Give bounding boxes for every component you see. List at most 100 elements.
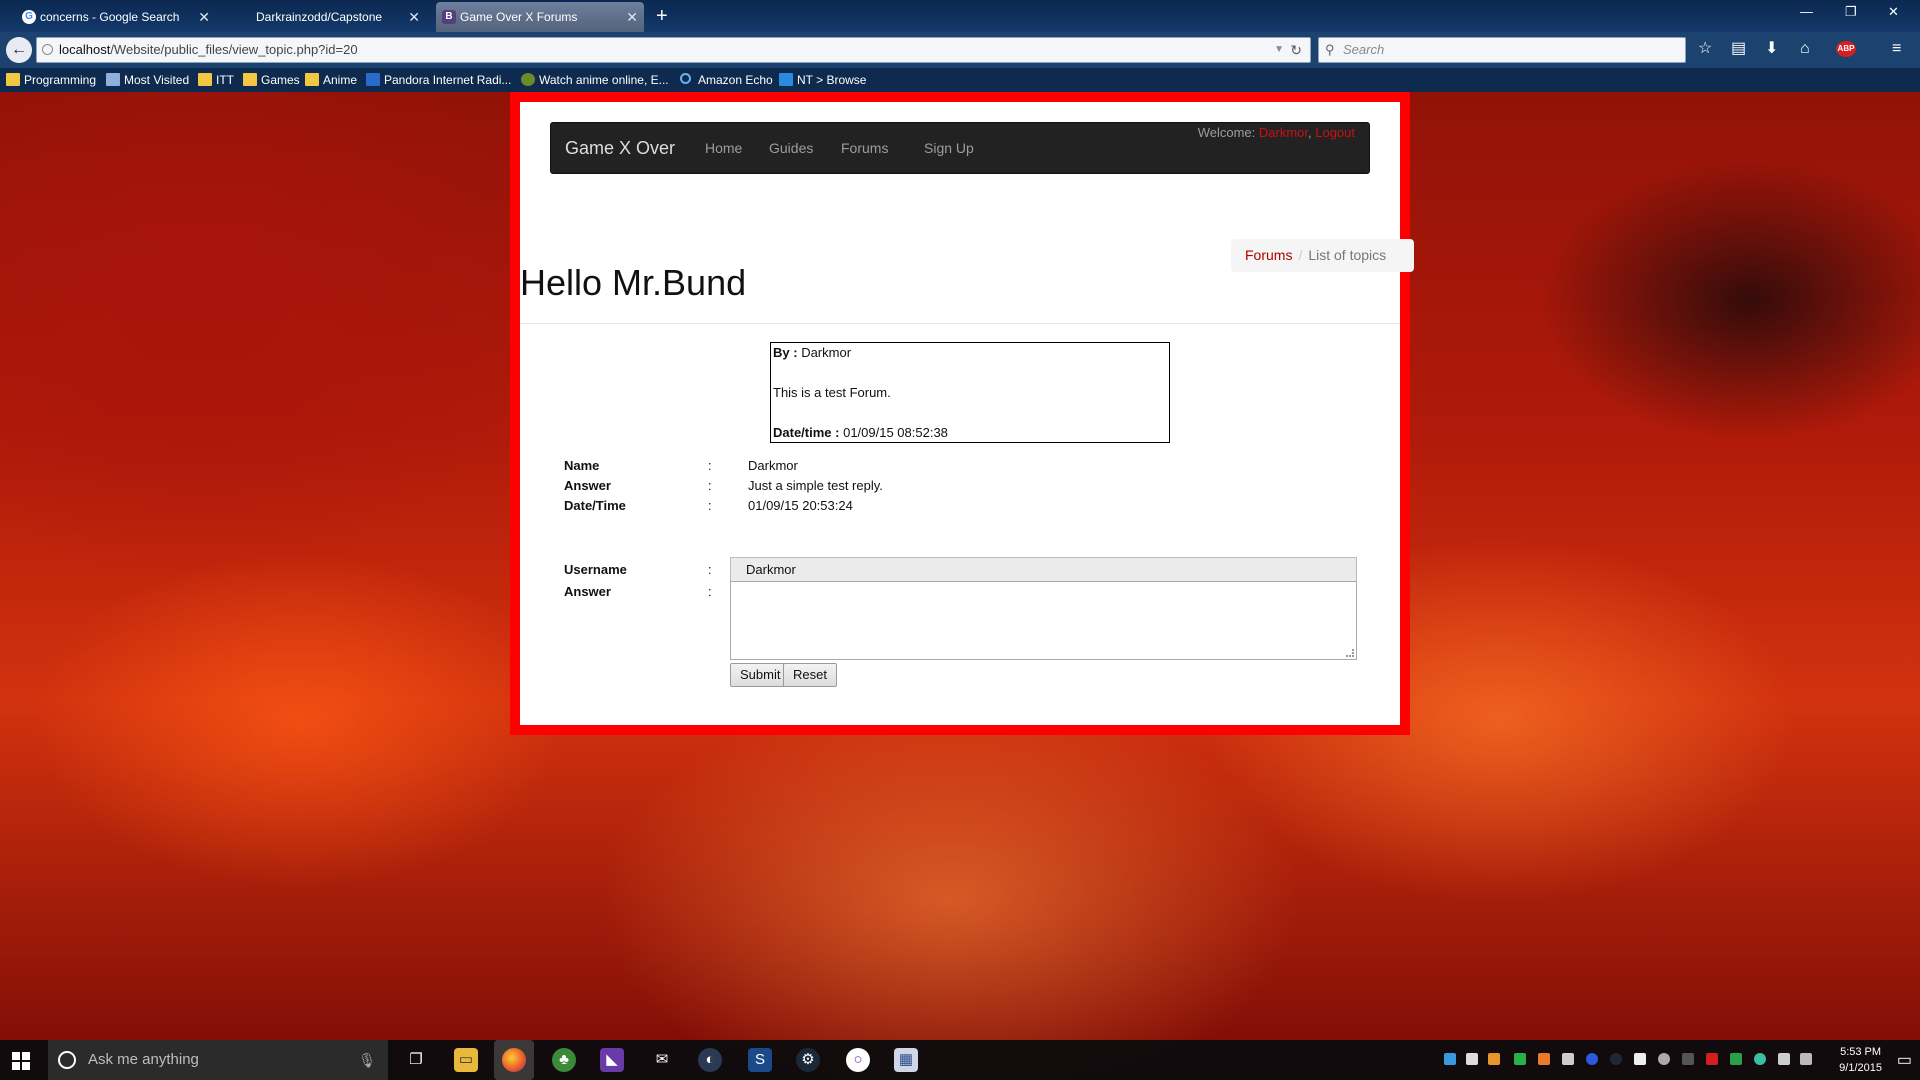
menu-icon[interactable]: ≡	[1892, 40, 1901, 58]
post-body: This is a test Forum.	[773, 385, 891, 400]
app-circle-icon[interactable]: ○	[846, 1048, 870, 1072]
tray-icon[interactable]	[1706, 1053, 1718, 1065]
site-info-icon[interactable]	[42, 44, 53, 55]
username-field[interactable]	[730, 557, 1357, 582]
home-icon[interactable]: ⌂	[1800, 40, 1810, 58]
browser-tab-bar: G concerns - Google Search ✕ Darkrainzod…	[0, 0, 1920, 32]
bookmark-pandora[interactable]: Pandora Internet Radi...	[366, 71, 511, 89]
dropdown-arrow-icon[interactable]: ▼	[1274, 38, 1284, 62]
nav-sign-up[interactable]: Sign Up	[924, 140, 974, 156]
tray-icon[interactable]	[1538, 1053, 1550, 1065]
microphone-icon[interactable]: 🎙	[358, 1040, 376, 1080]
bookmark-watch-anime[interactable]: Watch anime online, E...	[521, 71, 669, 89]
steam-tray-icon[interactable]	[1610, 1053, 1622, 1065]
maximize-icon[interactable]: ❐	[1845, 4, 1857, 20]
network-icon[interactable]	[1778, 1053, 1790, 1065]
logout-link[interactable]: Logout	[1315, 125, 1355, 140]
tray-icon[interactable]	[1634, 1053, 1646, 1065]
bookmark-itt[interactable]: ITT	[198, 71, 234, 89]
bookmark-label: Anime	[323, 73, 358, 87]
cortana-search-box[interactable]: Ask me anything 🎙	[48, 1040, 388, 1080]
visual-studio-icon[interactable]: ◣	[600, 1048, 624, 1072]
close-tab-icon[interactable]: ✕	[626, 2, 638, 32]
post-date-row: Date/time : 01/09/15 08:52:38	[773, 425, 948, 440]
answer-textarea[interactable]	[730, 581, 1357, 660]
reload-icon[interactable]: ↻	[1290, 38, 1302, 62]
bookmark-label: ITT	[216, 73, 234, 87]
bootstrap-icon: B	[442, 10, 456, 24]
taskbar-clock[interactable]: 5:53 PM 9/1/2015	[1839, 1044, 1882, 1076]
username-label: Username	[564, 562, 627, 577]
adblock-icon[interactable]: ABP	[1836, 41, 1856, 57]
tray-icon[interactable]	[1586, 1053, 1598, 1065]
bookmark-games[interactable]: Games	[243, 71, 300, 89]
reset-button[interactable]: Reset	[783, 663, 837, 687]
nav-forums[interactable]: Forums	[841, 140, 888, 156]
minimize-icon[interactable]: —	[1800, 4, 1813, 19]
bookmark-label: Pandora Internet Radi...	[384, 73, 512, 87]
nav-guides[interactable]: Guides	[769, 140, 813, 156]
tab-label: Game Over X Forums	[460, 10, 578, 24]
steam-icon[interactable]: ⚙	[796, 1048, 820, 1072]
tray-icon[interactable]	[1514, 1053, 1526, 1065]
bookmark-anime[interactable]: Anime	[305, 71, 357, 89]
file-explorer-icon[interactable]: ▭	[454, 1048, 478, 1072]
search-input[interactable]: ⚲ Search	[1318, 37, 1686, 63]
site-brand[interactable]: Game X Over	[565, 138, 675, 159]
bookmark-star-icon[interactable]: ☆	[1698, 40, 1712, 58]
sql-server-icon[interactable]: S	[748, 1048, 772, 1072]
onedrive-tray-icon[interactable]	[1466, 1053, 1478, 1065]
firefox-icon[interactable]	[494, 1040, 534, 1080]
tab-github-capstone[interactable]: Darkrainzodd/Capstone ✕	[226, 2, 426, 32]
tray-icon[interactable]	[1658, 1053, 1670, 1065]
search-placeholder: Search	[1343, 42, 1385, 57]
bookmark-programming[interactable]: Programming	[6, 71, 96, 89]
tray-icon[interactable]	[1682, 1053, 1694, 1065]
close-tab-icon[interactable]: ✕	[198, 2, 210, 32]
close-window-icon[interactable]: ✕	[1888, 4, 1899, 20]
tray-icon[interactable]	[1562, 1053, 1574, 1065]
nav-home[interactable]: Home	[705, 140, 742, 156]
nt-icon	[779, 73, 793, 86]
google-drive-tray-icon[interactable]	[1730, 1053, 1742, 1065]
post-author-label: By :	[773, 345, 798, 360]
volume-icon[interactable]	[1800, 1053, 1812, 1065]
close-tab-icon[interactable]: ✕	[408, 2, 420, 32]
bookmark-label: Games	[261, 73, 300, 87]
breadcrumb-forums-link[interactable]: Forums	[1245, 247, 1292, 263]
editor-icon[interactable]: ▦	[894, 1048, 918, 1072]
new-tab-button[interactable]: +	[656, 2, 668, 30]
reading-list-icon[interactable]: ▤	[1731, 40, 1746, 58]
search-icon: ⚲	[1325, 42, 1335, 57]
windows-start-icon[interactable]	[12, 1052, 30, 1070]
post-date: 01/09/15 08:52:38	[843, 425, 948, 440]
bookmark-most-visited[interactable]: Most Visited	[106, 71, 189, 89]
app-icon[interactable]: ◐	[698, 1048, 722, 1072]
site-navbar: Game X Over Home Guides Forums Sign Up W…	[550, 122, 1370, 174]
mail-icon[interactable]: ✉	[650, 1048, 674, 1072]
welcome-user-link[interactable]: Darkmor	[1259, 125, 1308, 140]
action-center-icon[interactable]: ▭	[1897, 1050, 1912, 1070]
url-path: /Website/public_files/view_topic.php?id=…	[110, 42, 358, 57]
resize-grip-icon[interactable]	[1346, 649, 1354, 657]
back-arrow-icon[interactable]: ←	[6, 37, 32, 63]
bookmark-amazon-echo[interactable]: Amazon Echo	[680, 71, 773, 89]
breadcrumb-current: List of topics	[1308, 247, 1387, 263]
clock-time: 5:53 PM	[1840, 1046, 1882, 1058]
skype-tray-icon[interactable]	[1444, 1053, 1456, 1065]
submit-button[interactable]: Submit	[730, 663, 791, 687]
bookmark-label: Watch anime online, E...	[539, 73, 669, 87]
tab-google-search[interactable]: G concerns - Google Search ✕	[16, 2, 216, 32]
amazon-echo-icon	[680, 73, 691, 84]
android-studio-icon[interactable]: ♣	[552, 1048, 576, 1072]
tab-game-over-x-forums[interactable]: B Game Over X Forums ✕	[436, 2, 644, 32]
tray-icon[interactable]	[1754, 1053, 1766, 1065]
answer-label: Answer	[564, 584, 611, 599]
download-icon[interactable]: ⬇	[1765, 40, 1778, 58]
tray-icon[interactable]	[1488, 1053, 1500, 1065]
cortana-icon	[58, 1051, 76, 1069]
address-bar[interactable]: localhost/Website/public_files/view_topi…	[36, 37, 1311, 63]
colon: :	[708, 458, 712, 473]
task-view-icon[interactable]: ❐	[404, 1048, 428, 1072]
bookmark-nt-browse[interactable]: NT > Browse	[779, 71, 866, 89]
